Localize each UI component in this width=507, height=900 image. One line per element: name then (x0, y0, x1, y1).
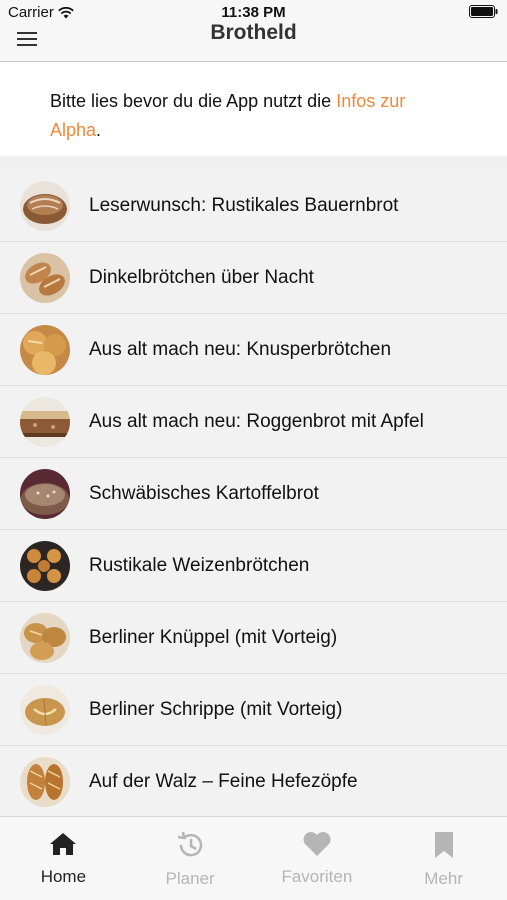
recipe-title: Rustikale Weizenbrötchen (89, 554, 310, 576)
tab-planer[interactable]: Planer (127, 817, 254, 900)
tab-label: Planer (165, 869, 215, 888)
bookmark-icon (434, 832, 453, 858)
notice-text: Bitte lies bevor du die App nutzt die (50, 91, 337, 111)
recipe-title: Auf der Walz – Feine Hefezöpfe (89, 770, 358, 792)
recipe-thumbnail (20, 612, 70, 663)
recipe-thumbnail (20, 468, 70, 519)
recipe-thumbnail (20, 684, 70, 735)
recipe-thumbnail (20, 756, 70, 807)
recipe-thumbnail (20, 324, 70, 375)
recipe-title: Aus alt mach neu: Knusperbrötchen (89, 338, 392, 360)
status-time: 11:38 PM (221, 4, 286, 21)
tab-label: Home (40, 867, 87, 886)
recipe-title: Berliner Schrippe (mit Vorteig) (89, 698, 343, 720)
recipe-thumbnail (20, 540, 70, 591)
recipe-thumbnail (20, 396, 70, 447)
navigation-bar: Brotheld (0, 21, 507, 62)
recipe-title: Leserwunsch: Rustikales Bauernbrot (89, 194, 399, 216)
recipe-row[interactable]: Berliner Schrippe (mit Vorteig) (0, 674, 507, 746)
recipe-row[interactable]: Berliner Knüppel (mit Vorteig) (0, 602, 507, 674)
page-title: Brotheld (210, 21, 297, 44)
recipe-title: Schwäbisches Kartoffelbrot (89, 482, 319, 504)
home-icon (50, 833, 77, 855)
recipe-row[interactable]: Aus alt mach neu: Roggenbrot mit Apfel (0, 386, 507, 458)
tab-bar: Home Planer Favoriten Mehr (0, 816, 507, 900)
tab-mehr[interactable]: Mehr (380, 817, 507, 900)
recipe-row[interactable]: Auf der Walz – Feine Hefezöpfe (0, 746, 507, 816)
recipe-list: Leserwunsch: Rustikales Bauernbrot Dinke… (0, 170, 507, 816)
tab-label: Mehr (424, 869, 463, 888)
history-clock-icon (177, 831, 203, 857)
recipe-title: Dinkelbrötchen über Nacht (89, 266, 314, 288)
recipe-row[interactable]: Schwäbisches Kartoffelbrot (0, 458, 507, 530)
recipe-row[interactable]: Rustikale Weizenbrötchen (0, 530, 507, 602)
recipe-title: Berliner Knüppel (mit Vorteig) (89, 626, 338, 648)
battery-icon (469, 5, 499, 22)
recipe-title: Aus alt mach neu: Roggenbrot mit Apfel (89, 410, 424, 432)
tab-label: Favoriten (281, 867, 353, 886)
notice-period: . (96, 120, 102, 140)
recipe-row[interactable]: Aus alt mach neu: Knusperbrötchen (0, 314, 507, 386)
recipe-thumbnail (20, 252, 70, 303)
recipe-row[interactable]: Leserwunsch: Rustikales Bauernbrot (0, 170, 507, 242)
alpha-notice: Bitte lies bevor du die App nutzt die In… (0, 62, 507, 156)
recipe-row[interactable]: Dinkelbrötchen über Nacht (0, 242, 507, 314)
recipe-thumbnail (20, 180, 70, 231)
heart-icon (303, 832, 331, 856)
tab-home[interactable]: Home (0, 817, 127, 900)
tab-favoriten[interactable]: Favoriten (254, 817, 381, 900)
